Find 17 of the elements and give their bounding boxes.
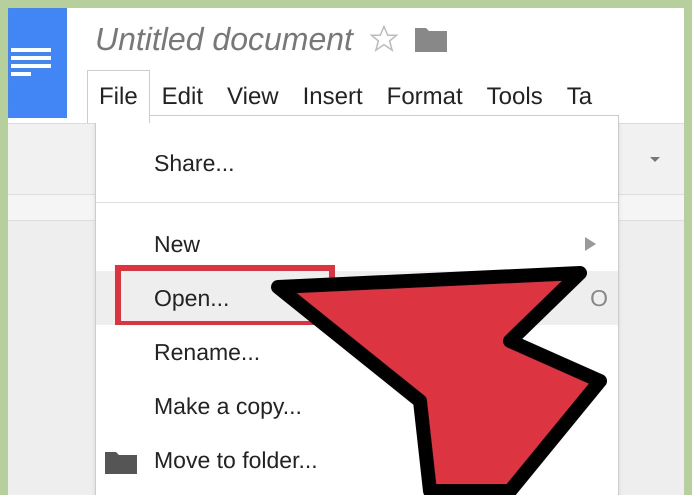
shortcut-label: O — [590, 284, 608, 313]
dropdown-caret-icon[interactable] — [650, 156, 660, 162]
docs-logo[interactable] — [8, 8, 67, 118]
submenu-arrow-icon — [585, 237, 596, 251]
menu-item[interactable]: Share... — [96, 136, 618, 190]
document-title[interactable]: Untitled document — [95, 15, 353, 63]
menu-item-label: New — [154, 230, 200, 259]
lines-icon — [11, 48, 51, 78]
menu-item-label: Share... — [154, 148, 235, 178]
folder-icon[interactable] — [414, 26, 447, 52]
menu-item-label: Make a copy... — [154, 392, 302, 421]
menu-item-label: Rename... — [154, 338, 260, 367]
star-icon[interactable] — [368, 24, 399, 54]
menu-bar-item[interactable]: File — [87, 70, 150, 123]
folder-icon — [105, 450, 137, 474]
menu-item-label: Open... — [154, 284, 230, 313]
menu-item-label: Move to folder... — [154, 446, 318, 475]
